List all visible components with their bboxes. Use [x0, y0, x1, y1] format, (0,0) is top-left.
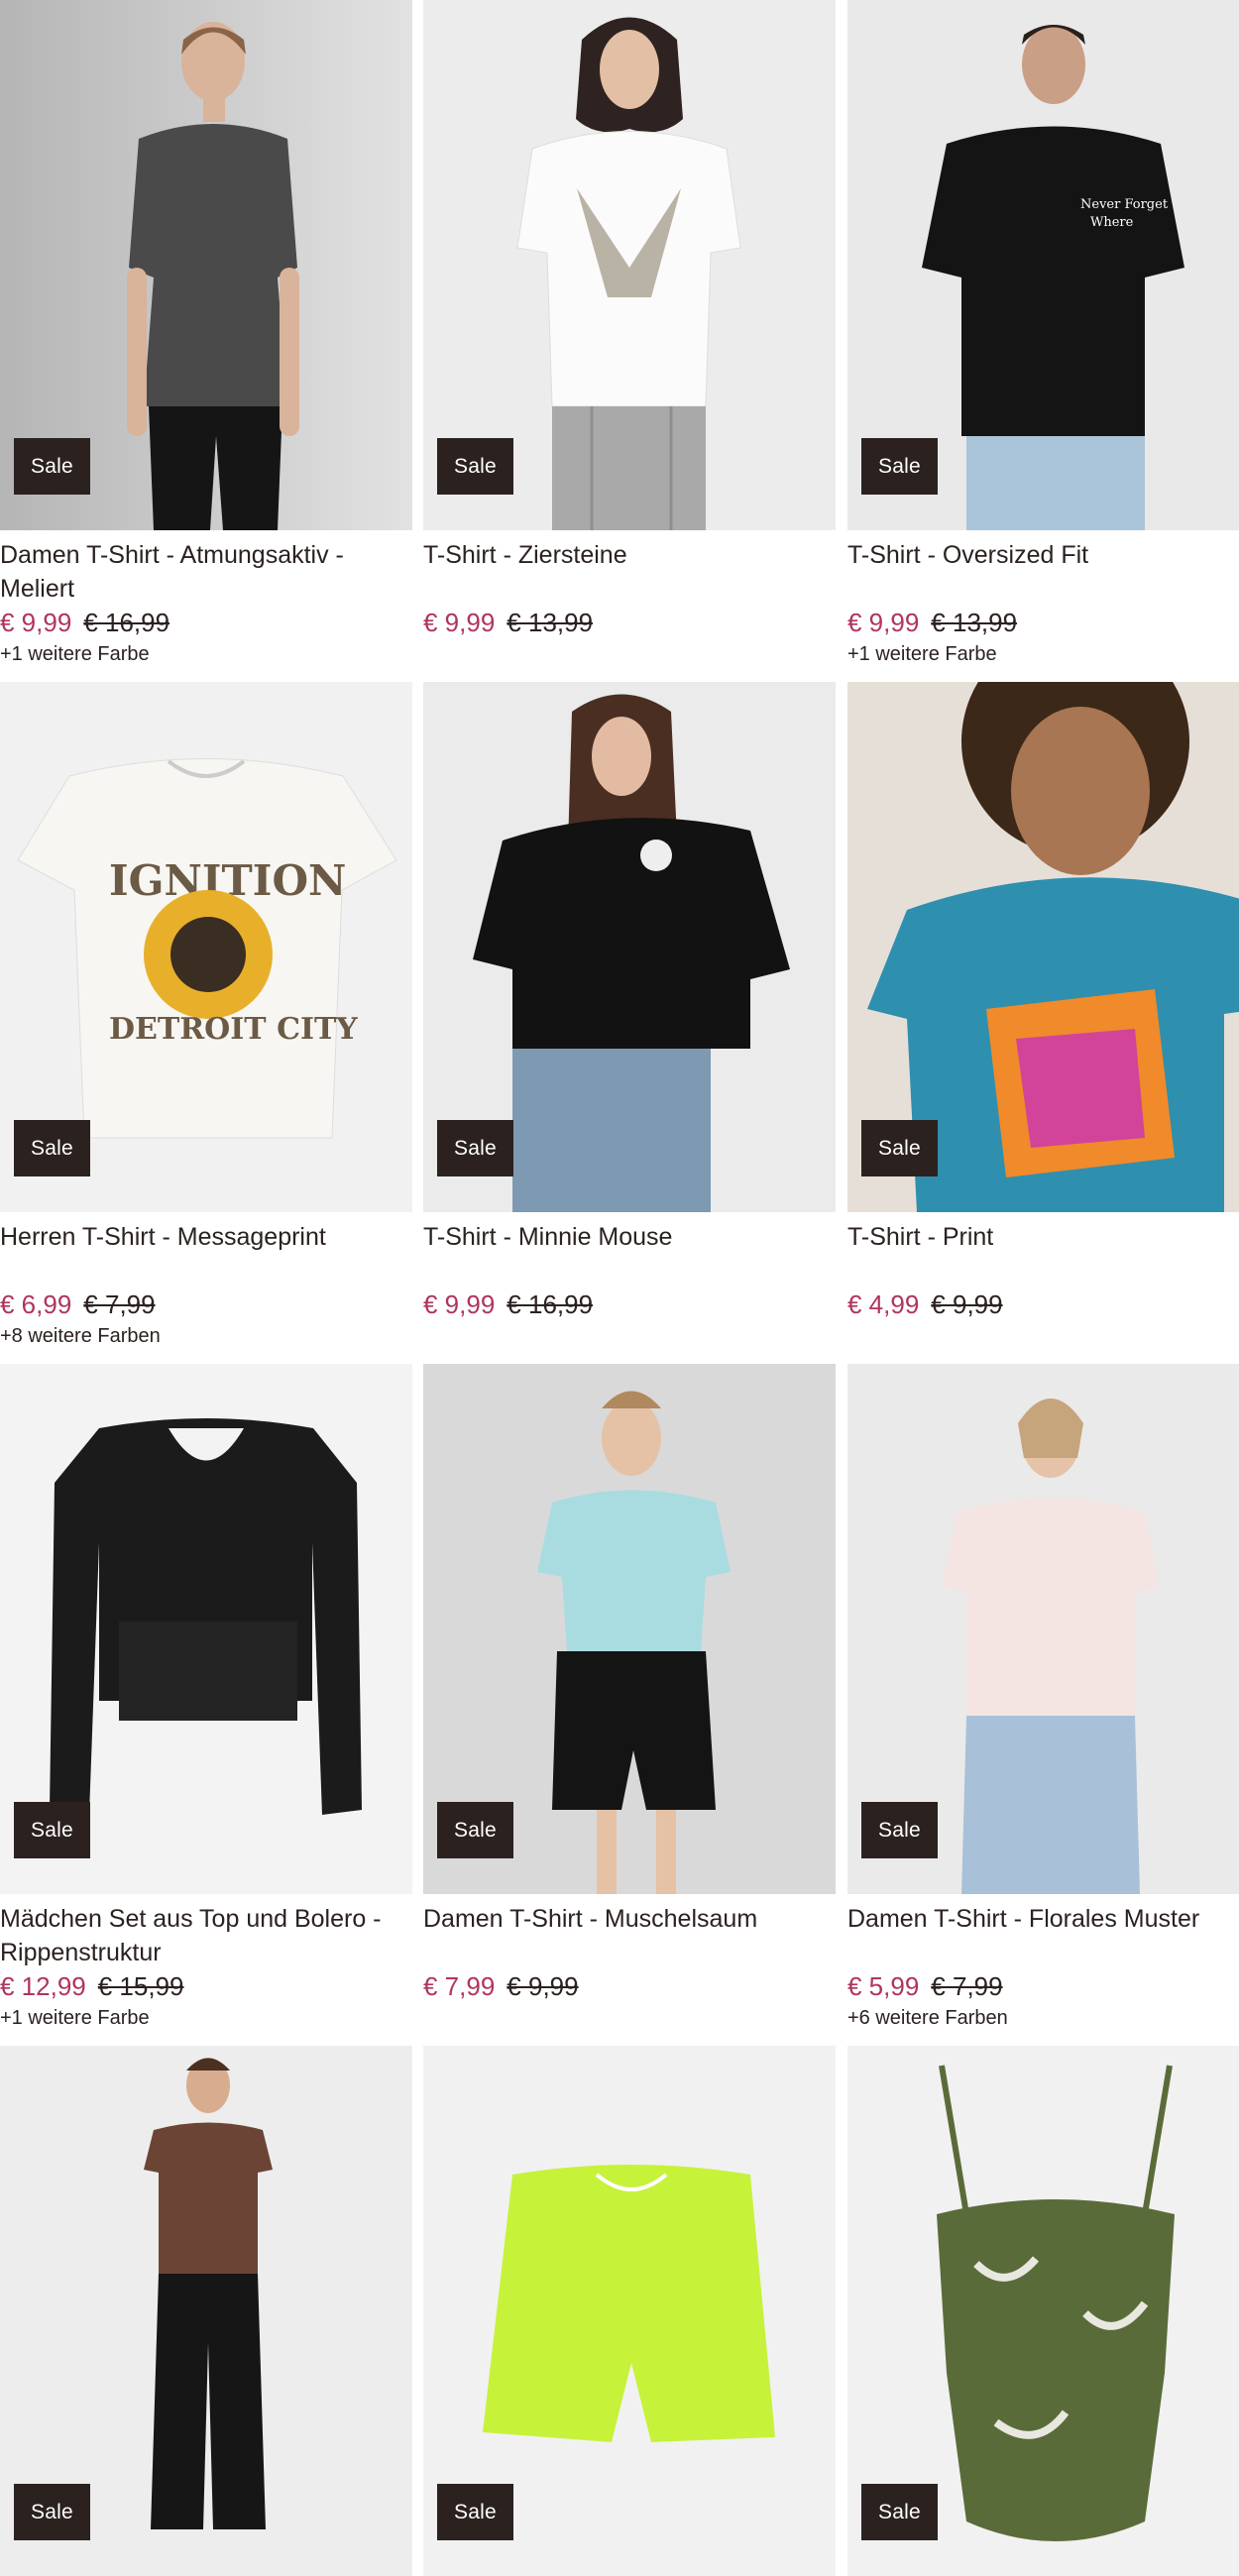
more-colors-link[interactable]: +8 weitere Farben	[0, 1321, 412, 1351]
product-image[interactable]: Sale	[423, 2046, 836, 2576]
sale-badge: Sale	[14, 438, 90, 495]
more-colors-link[interactable]: +1 weitere Farbe	[0, 2003, 412, 2033]
product-card[interactable]: Sale	[0, 2046, 412, 2576]
product-card[interactable]: Sale Damen T-Shirt - Florales Muster € 5…	[847, 1364, 1239, 2033]
sale-badge: Sale	[861, 2484, 938, 2540]
original-price: € 16,99	[83, 608, 170, 637]
sale-price: € 9,99	[423, 608, 496, 637]
original-price: € 7,99	[83, 1289, 156, 1319]
svg-text:Never Forget: Never Forget	[1080, 197, 1169, 212]
sale-badge: Sale	[437, 2484, 513, 2540]
product-image[interactable]: Sale	[423, 0, 836, 530]
original-price: € 9,99	[507, 1971, 579, 2001]
product-title[interactable]: Herren T-Shirt - Messageprint	[0, 1220, 412, 1288]
product-title[interactable]: T-Shirt - Print	[847, 1220, 1239, 1288]
more-colors-link[interactable]: +1 weitere Farbe	[847, 639, 1239, 669]
sale-price: € 6,99	[0, 1289, 72, 1319]
product-card[interactable]: Never Forget Where Sale T-Shirt - Oversi…	[847, 0, 1239, 669]
sale-price: € 12,99	[0, 1971, 86, 2001]
more-colors-link[interactable]	[423, 639, 836, 669]
more-colors-link[interactable]	[423, 2003, 836, 2033]
sale-badge: Sale	[437, 438, 513, 495]
sale-price: € 5,99	[847, 1971, 920, 2001]
sale-badge: Sale	[437, 1802, 513, 1858]
product-image[interactable]: Sale	[423, 682, 836, 1212]
svg-text:Where: Where	[1090, 215, 1134, 230]
product-card[interactable]: IGNITION DETROIT CITY Sale Herren T-Shir…	[0, 682, 412, 1351]
product-card[interactable]: Sale T-Shirt - Minnie Mouse € 9,99 € 16,9…	[423, 682, 836, 1351]
product-image[interactable]: Sale	[0, 1364, 412, 1894]
product-image[interactable]: IGNITION DETROIT CITY Sale	[0, 682, 412, 1212]
product-card[interactable]: Sale	[423, 2046, 836, 2576]
product-title[interactable]: Damen T-Shirt - Atmungsaktiv - Meliert	[0, 538, 412, 606]
product-image[interactable]: Sale	[0, 2046, 412, 2576]
more-colors-link[interactable]: +6 weitere Farben	[847, 2003, 1239, 2033]
original-price: € 7,99	[931, 1971, 1003, 2001]
product-image[interactable]: Sale	[847, 1364, 1239, 1894]
product-image[interactable]: Sale	[847, 682, 1239, 1212]
original-price: € 13,99	[507, 608, 594, 637]
original-price: € 13,99	[931, 608, 1018, 637]
product-title[interactable]: Damen T-Shirt - Muschelsaum	[423, 1902, 836, 1969]
product-title[interactable]: T-Shirt - Ziersteine	[423, 538, 836, 606]
sale-badge: Sale	[861, 438, 938, 495]
product-title[interactable]: T-Shirt - Minnie Mouse	[423, 1220, 836, 1288]
original-price: € 15,99	[97, 1971, 184, 2001]
product-title[interactable]: T-Shirt - Oversized Fit	[847, 538, 1239, 606]
more-colors-link[interactable]: +1 weitere Farbe	[0, 639, 412, 669]
product-card[interactable]: Sale	[847, 2046, 1239, 2576]
svg-text:DETROIT CITY: DETROIT CITY	[109, 1012, 358, 1047]
product-card[interactable]: Sale Mädchen Set aus Top und Bolero - Ri…	[0, 1364, 412, 2033]
product-title[interactable]: Damen T-Shirt - Florales Muster	[847, 1902, 1239, 1969]
sale-price: € 9,99	[423, 1289, 496, 1319]
product-image[interactable]: Sale	[0, 0, 412, 530]
product-image[interactable]: Never Forget Where Sale	[847, 0, 1239, 530]
sale-price: € 9,99	[0, 608, 72, 637]
sale-badge: Sale	[14, 1120, 90, 1176]
sale-badge: Sale	[861, 1802, 938, 1858]
product-image[interactable]: Sale	[423, 1364, 836, 1894]
sale-badge: Sale	[14, 1802, 90, 1858]
sale-price: € 9,99	[847, 608, 920, 637]
product-title[interactable]: Mädchen Set aus Top und Bolero - Rippens…	[0, 1902, 412, 1969]
original-price: € 9,99	[931, 1289, 1003, 1319]
product-card[interactable]: Sale T-Shirt - Print € 4,99 € 9,99	[847, 682, 1239, 1351]
sale-badge: Sale	[861, 1120, 938, 1176]
sale-price: € 7,99	[423, 1971, 496, 2001]
product-image[interactable]: Sale	[847, 2046, 1239, 2576]
product-card[interactable]: Sale Damen T-Shirt - Muschelsaum € 7,99 €…	[423, 1364, 836, 2033]
product-card[interactable]: Sale T-Shirt - Ziersteine € 9,99 € 13,99	[423, 0, 836, 669]
sale-badge: Sale	[14, 2484, 90, 2540]
more-colors-link[interactable]	[423, 1321, 836, 1351]
original-price: € 16,99	[507, 1289, 594, 1319]
sale-price: € 4,99	[847, 1289, 920, 1319]
more-colors-link[interactable]	[847, 1321, 1239, 1351]
product-card[interactable]: Sale Damen T-Shirt - Atmungsaktiv - Meli…	[0, 0, 412, 669]
sale-badge: Sale	[437, 1120, 513, 1176]
